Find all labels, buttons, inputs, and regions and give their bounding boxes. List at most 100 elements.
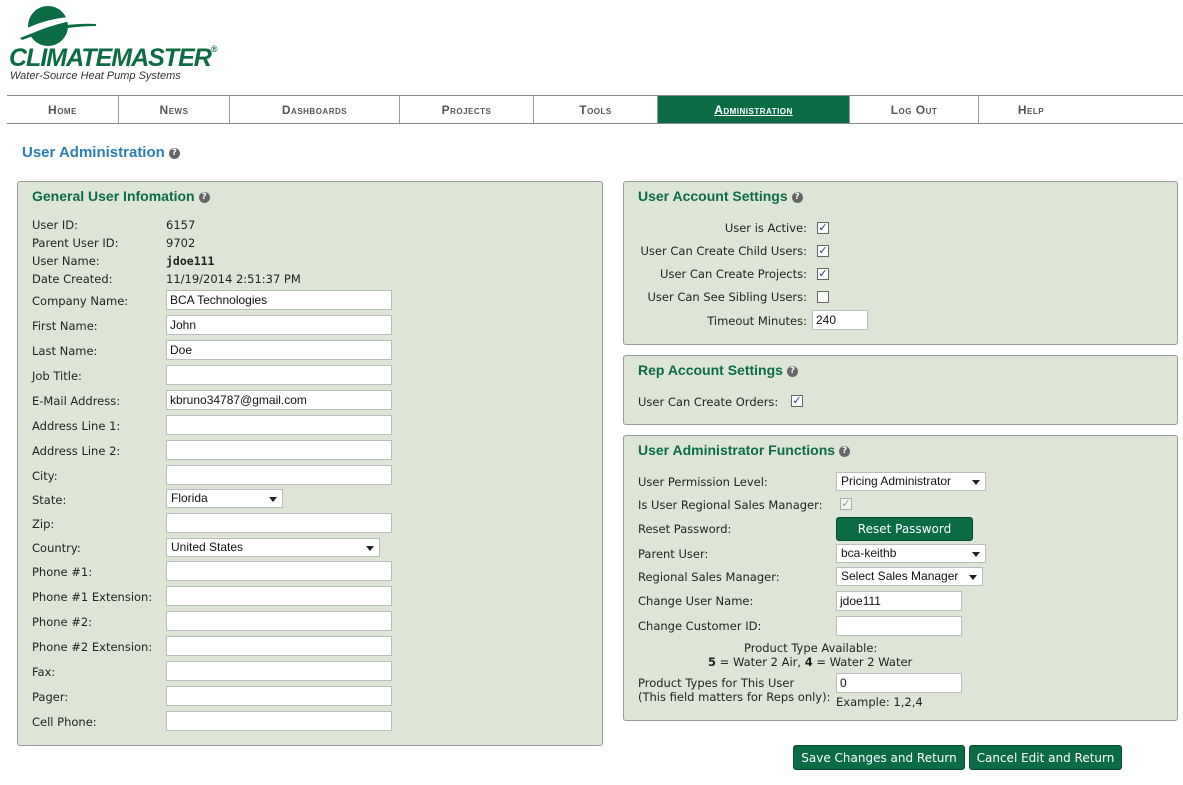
cancel-edit-button[interactable]: Cancel Edit and Return xyxy=(969,745,1122,770)
help-icon[interactable]: ? xyxy=(198,191,210,203)
help-icon[interactable]: ? xyxy=(839,445,851,457)
reset-password-button[interactable]: Reset Password xyxy=(836,517,973,541)
parent-user-id-value: 9702 xyxy=(166,236,196,250)
save-changes-button[interactable]: Save Changes and Return xyxy=(793,745,965,770)
company-name-input[interactable]: BCA Technologies xyxy=(166,290,392,310)
permission-level-label: User Permission Level: xyxy=(638,475,768,489)
change-user-name-input[interactable]: jdoe111 xyxy=(836,591,962,611)
parent-user-select[interactable]: bca-keithb xyxy=(836,544,986,563)
nav-administration[interactable]: Administration xyxy=(658,96,850,123)
create-projects-label: User Can Create Projects: xyxy=(660,267,807,281)
general-info-panel: General User Infomation? User ID: 6157 P… xyxy=(17,181,603,746)
see-sibling-users-label: User Can See Sibling Users: xyxy=(647,290,807,304)
first-name-input[interactable]: John xyxy=(166,315,392,335)
zip-input[interactable] xyxy=(166,513,392,533)
help-icon[interactable]: ? xyxy=(786,365,798,377)
address-line-2-label: Address Line 2: xyxy=(32,444,121,458)
regional-sales-manager-checkbox: ✓ xyxy=(840,497,852,510)
phone-2-label: Phone #2: xyxy=(32,615,93,629)
phone-2-extension-label: Phone #2 Extension: xyxy=(32,640,153,654)
change-user-name-label: Change User Name: xyxy=(638,594,754,608)
state-select[interactable]: Florida xyxy=(166,489,283,508)
pager-label: Pager: xyxy=(32,690,69,704)
pager-input[interactable] xyxy=(166,686,392,706)
chevron-down-icon xyxy=(972,480,980,485)
nav-news[interactable]: News xyxy=(119,96,230,123)
create-projects-checkbox[interactable]: ✓ xyxy=(817,268,829,280)
city-label: City: xyxy=(32,469,58,483)
nav-projects[interactable]: Projects xyxy=(400,96,534,123)
email-label: E-Mail Address: xyxy=(32,394,121,408)
city-input[interactable] xyxy=(166,465,392,485)
permission-level-select[interactable]: Pricing Administrator xyxy=(836,472,986,491)
user-is-active-label: User is Active: xyxy=(724,221,807,235)
brand-name: CLIMATEMASTER® xyxy=(9,44,218,72)
create-orders-checkbox[interactable]: ✓ xyxy=(791,395,803,407)
address-line-1-input[interactable] xyxy=(166,415,392,435)
chevron-down-icon xyxy=(972,552,980,557)
nav-log-out[interactable]: Log Out xyxy=(850,96,979,123)
country-label: Country: xyxy=(32,541,81,555)
user-account-settings-heading: User Account Settings? xyxy=(638,188,803,204)
see-sibling-users-checkbox[interactable] xyxy=(817,291,829,303)
chevron-down-icon xyxy=(969,575,977,580)
nav-tools[interactable]: Tools xyxy=(534,96,658,123)
zip-label: Zip: xyxy=(32,517,55,531)
cell-phone-label: Cell Phone: xyxy=(32,715,97,729)
cell-phone-input[interactable] xyxy=(166,711,392,731)
product-types-label: Product Types for This User xyxy=(638,676,795,690)
help-icon[interactable]: ? xyxy=(168,147,180,159)
first-name-label: First Name: xyxy=(32,319,98,333)
page-title: User Administration? xyxy=(22,144,180,161)
user-id-label: User ID: xyxy=(32,218,78,232)
product-types-input[interactable]: 0 xyxy=(836,673,962,693)
product-types-example: Example: 1,2,4 xyxy=(836,695,923,709)
nav-home[interactable]: Home xyxy=(7,96,119,123)
user-name-label: User Name: xyxy=(32,254,100,268)
user-admin-functions-heading: User Administrator Functions? xyxy=(638,442,851,458)
phone-1-extension-label: Phone #1 Extension: xyxy=(32,590,153,604)
rep-account-settings-panel: Rep Account Settings? User Can Create Or… xyxy=(623,355,1178,425)
parent-user-id-label: Parent User ID: xyxy=(32,236,119,250)
phone-1-extension-input[interactable] xyxy=(166,586,392,606)
regional-sales-manager-select[interactable]: Select Sales Manager xyxy=(836,567,983,586)
chevron-down-icon xyxy=(366,546,374,551)
change-customer-id-label: Change Customer ID: xyxy=(638,619,762,633)
help-icon[interactable]: ? xyxy=(791,191,803,203)
state-label: State: xyxy=(32,493,67,507)
timeout-minutes-input[interactable]: 240 xyxy=(812,310,868,330)
climatemaster-logo: CLIMATEMASTER® Water-Source Heat Pump Sy… xyxy=(8,4,217,84)
user-account-settings-panel: User Account Settings? User is Active: ✓… xyxy=(623,181,1178,345)
address-line-2-input[interactable] xyxy=(166,440,392,460)
reset-password-label: Reset Password: xyxy=(638,522,732,536)
user-id-value: 6157 xyxy=(166,218,196,232)
main-nav: Home News Dashboards Projects Tools Admi… xyxy=(7,95,1183,124)
nav-dashboards[interactable]: Dashboards xyxy=(230,96,400,123)
create-child-users-label: User Can Create Child Users: xyxy=(640,244,808,258)
product-type-legend: 5 = Water 2 Air, 4 = Water 2 Water xyxy=(708,655,913,669)
last-name-label: Last Name: xyxy=(32,344,98,358)
regional-sales-manager-label: Regional Sales Manager: xyxy=(638,570,780,584)
create-child-users-checkbox[interactable]: ✓ xyxy=(817,245,829,257)
nav-help[interactable]: Help xyxy=(979,96,1083,123)
chevron-down-icon xyxy=(269,497,277,502)
fax-input[interactable] xyxy=(166,661,392,681)
phone-2-input[interactable] xyxy=(166,611,392,631)
user-is-active-checkbox[interactable]: ✓ xyxy=(817,222,829,234)
phone-1-input[interactable] xyxy=(166,561,392,581)
timeout-minutes-label: Timeout Minutes: xyxy=(707,314,807,328)
parent-user-label: Parent User: xyxy=(638,547,709,561)
regional-sales-manager-flag-label: Is User Regional Sales Manager: xyxy=(638,498,823,512)
date-created-label: Date Created: xyxy=(32,272,113,286)
product-type-heading: Product Type Available: xyxy=(744,641,878,655)
job-title-input[interactable] xyxy=(166,365,392,385)
change-customer-id-input[interactable] xyxy=(836,616,962,636)
email-input[interactable]: kbruno34787@gmail.com xyxy=(166,390,392,410)
job-title-label: Job Title: xyxy=(32,369,82,383)
country-select[interactable]: United States xyxy=(166,538,380,557)
last-name-input[interactable]: Doe xyxy=(166,340,392,360)
address-line-1-label: Address Line 1: xyxy=(32,419,121,433)
date-created-value: 11/19/2014 2:51:37 PM xyxy=(166,272,301,286)
phone-2-extension-input[interactable] xyxy=(166,636,392,656)
user-administrator-functions-panel: User Administrator Functions? User Permi… xyxy=(623,435,1178,721)
